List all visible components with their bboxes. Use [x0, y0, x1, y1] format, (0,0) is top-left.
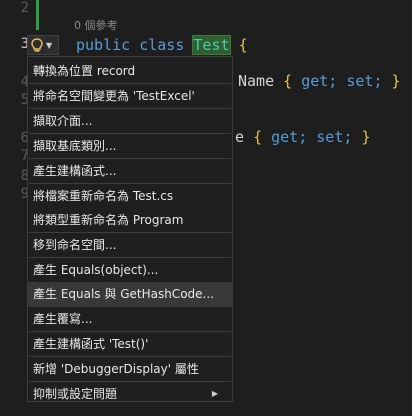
codelens-references[interactable]: 0 個參考: [74, 17, 118, 33]
line-number-gutter: [0, 0, 28, 416]
keyword-get: get;: [301, 72, 338, 90]
menu-item-extract-base-class[interactable]: 擷取基底類別...: [28, 134, 232, 158]
property-fragment: e: [235, 128, 245, 146]
keyword-class: class: [139, 36, 185, 54]
menu-item-generate-equals-gethashcode[interactable]: 產生 Equals 與 GetHashCode...: [28, 282, 232, 306]
chevron-down-icon: ▼: [46, 40, 53, 50]
keyword-get: get;: [271, 128, 308, 146]
line-number: 2: [20, 0, 29, 16]
code-line-property-2[interactable]: e { get; set; }: [235, 128, 370, 146]
change-indicator: [36, 0, 39, 30]
menu-item-rename-type[interactable]: 將類型重新命名為 Program: [28, 208, 232, 232]
open-brace: {: [238, 36, 248, 54]
code-line-class-declaration[interactable]: public class Test {: [76, 35, 248, 55]
keyword-public: public: [76, 36, 131, 54]
keyword-set: set;: [316, 128, 353, 146]
menu-item-suppress-configure[interactable]: 抑制或設定問題 ▶: [28, 382, 232, 406]
class-name-test[interactable]: Test: [192, 35, 231, 55]
menu-item-extract-interface[interactable]: 擷取介面...: [28, 109, 232, 133]
menu-item-move-to-namespace[interactable]: 移到命名空間...: [28, 233, 232, 257]
menu-item-change-namespace[interactable]: 將命名空間變更為 'TestExcel': [28, 84, 232, 108]
menu-item-generate-constructor[interactable]: 產生建構函式...: [28, 159, 232, 183]
quick-actions-menu: 轉換為位置 record 將命名空間變更為 'TestExcel' 擷取介面..…: [27, 56, 233, 402]
menu-item-generate-equals[interactable]: 產生 Equals(object)...: [28, 258, 232, 282]
lightbulb-icon: [31, 37, 43, 53]
keyword-set: set;: [346, 72, 383, 90]
quick-actions-button[interactable]: ▼: [27, 35, 59, 55]
menu-item-add-debuggerdisplay[interactable]: 新增 'DebuggerDisplay' 屬性: [28, 357, 232, 381]
menu-item-convert-to-record[interactable]: 轉換為位置 record: [28, 59, 232, 83]
menu-item-rename-file[interactable]: 將檔案重新命名為 Test.cs: [28, 184, 232, 208]
code-line-property-name[interactable]: Name { get; set; }: [238, 72, 401, 90]
chevron-right-icon: ▶: [211, 389, 218, 398]
menu-item-generate-constructor-test[interactable]: 產生建構函式 'Test()': [28, 332, 232, 356]
property-name-fragment: Name: [238, 72, 275, 90]
menu-item-generate-overrides[interactable]: 產生覆寫...: [28, 307, 232, 331]
menu-item-label: 抑制或設定問題: [33, 387, 118, 401]
